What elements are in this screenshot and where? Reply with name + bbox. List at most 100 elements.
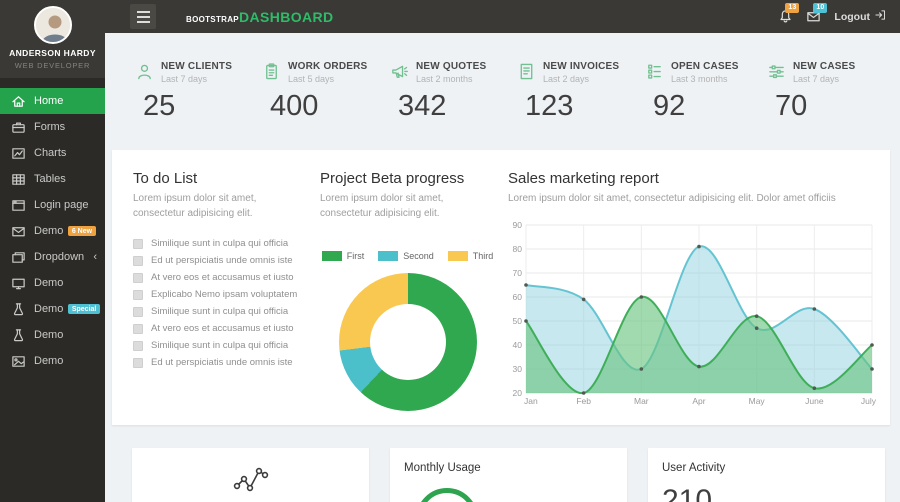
sidebar-item-charts[interactable]: Charts bbox=[0, 140, 105, 166]
avatar bbox=[34, 6, 72, 44]
flask-icon bbox=[11, 302, 26, 317]
todo-section: To do List Lorem ipsum dolor sit amet, c… bbox=[133, 170, 311, 371]
todo-item[interactable]: Similique sunt in culpa qui officia bbox=[133, 303, 311, 320]
line-chart-icon bbox=[230, 462, 272, 501]
stat-value: 342 bbox=[398, 90, 515, 123]
logout-button[interactable]: Logout bbox=[834, 9, 886, 24]
bottom-card-monthly-usage: Monthly Usage bbox=[390, 448, 627, 502]
svg-text:90: 90 bbox=[513, 220, 523, 230]
svg-text:May: May bbox=[749, 396, 766, 406]
sidebar-item-demo[interactable]: Demo 6 New bbox=[0, 218, 105, 244]
sidebar-item-label: Login page bbox=[34, 199, 88, 211]
sidebar-item-tables[interactable]: Tables bbox=[0, 166, 105, 192]
todo-item[interactable]: Ed ut perspiciatis unde omnis iste bbox=[133, 252, 311, 269]
checklist-icon bbox=[645, 62, 664, 81]
clipboard-icon bbox=[262, 62, 281, 81]
dashboard-app: ANDERSON HARDY WEB DEVELOPER HomeFormsCh… bbox=[0, 0, 900, 502]
topbar: BOOTSTRAPDASHBOARD 13 10 Logout bbox=[105, 0, 900, 33]
todo-checkbox[interactable] bbox=[133, 324, 143, 334]
sales-area-chart: 2030405060708090JanFebMarAprMayJuneJuly bbox=[508, 219, 878, 412]
donut-title: Project Beta progress bbox=[320, 170, 495, 187]
stat-value: 400 bbox=[270, 90, 387, 123]
sidebar-item-demo[interactable]: Demo bbox=[0, 348, 105, 374]
sales-title: Sales marketing report bbox=[508, 170, 878, 187]
todo-item-label: Similique sunt in culpa qui officia bbox=[151, 340, 288, 351]
logout-label: Logout bbox=[834, 11, 870, 23]
todo-item[interactable]: Explicabo Nemo ipsam voluptatem bbox=[133, 286, 311, 303]
sidebar-item-badge: 6 New bbox=[68, 226, 95, 236]
donut-hole bbox=[370, 304, 446, 380]
content: NEW CLIENTS Last 7 days 25 WORK ORDERS L… bbox=[105, 33, 900, 502]
stat-label: NEW INVOICES bbox=[543, 61, 619, 72]
todo-item[interactable]: Ed ut perspiciatis unde omnis iste bbox=[133, 354, 311, 371]
user-role: WEB DEVELOPER bbox=[0, 61, 105, 70]
todo-item-label: Similique sunt in culpa qui officia bbox=[151, 306, 288, 317]
envelope-icon bbox=[806, 11, 821, 28]
todo-checkbox[interactable] bbox=[133, 290, 143, 300]
todo-item-label: Explicabo Nemo ipsam voluptatem bbox=[151, 289, 297, 300]
sidebar-item-demo[interactable]: Demo bbox=[0, 322, 105, 348]
todo-item-label: Similique sunt in culpa qui officia bbox=[151, 238, 288, 249]
donut-section: Project Beta progress Lorem ipsum dolor … bbox=[320, 170, 495, 411]
stat-work-orders: WORK ORDERS Last 5 days 400 bbox=[262, 61, 387, 123]
todo-item[interactable]: Similique sunt in culpa qui officia bbox=[133, 235, 311, 252]
invoice-icon bbox=[517, 62, 536, 81]
stat-period: Last 3 months bbox=[671, 74, 739, 84]
sidebar-item-label: Demo bbox=[34, 329, 63, 341]
sidebar-item-demo[interactable]: Demo bbox=[0, 270, 105, 296]
todo-checkbox[interactable] bbox=[133, 256, 143, 266]
sidebar-item-home[interactable]: Home bbox=[0, 88, 105, 114]
todo-checkbox[interactable] bbox=[133, 341, 143, 351]
sidebar-item-label: Charts bbox=[34, 147, 66, 159]
notifications-bell[interactable]: 13 bbox=[778, 9, 794, 25]
sidebar-item-label: Demo bbox=[34, 303, 63, 315]
stat-label: NEW CLIENTS bbox=[161, 61, 232, 72]
legend-swatch bbox=[322, 251, 342, 261]
sales-subtitle: Lorem ipsum dolor sit amet, consectetur … bbox=[508, 192, 878, 207]
bell-badge: 13 bbox=[785, 3, 799, 13]
legend-swatch bbox=[448, 251, 468, 261]
stat-label: NEW QUOTES bbox=[416, 61, 486, 72]
todo-checkbox[interactable] bbox=[133, 273, 143, 283]
todo-item-label: At vero eos et accusamus et iusto bbox=[151, 272, 294, 283]
stat-new-quotes: NEW QUOTES Last 2 months 342 bbox=[390, 61, 515, 123]
usage-gauge bbox=[416, 488, 478, 502]
todo-title: To do List bbox=[133, 170, 311, 187]
sidebar-item-label: Demo bbox=[34, 225, 63, 237]
legend-swatch bbox=[378, 251, 398, 261]
todo-checkbox[interactable] bbox=[133, 358, 143, 368]
topbar-actions: 13 10 Logout bbox=[778, 9, 886, 25]
svg-text:Jan: Jan bbox=[524, 396, 538, 406]
donut-subtitle: Lorem ipsum dolor sit amet, consectetur … bbox=[320, 192, 485, 221]
stat-new-clients: NEW CLIENTS Last 7 days 25 bbox=[135, 61, 260, 123]
stat-period: Last 7 days bbox=[161, 74, 232, 84]
stat-label: OPEN CASES bbox=[671, 61, 739, 72]
svg-text:50: 50 bbox=[513, 316, 523, 326]
logout-icon bbox=[874, 9, 886, 24]
todo-item[interactable]: At vero eos et accusamus et iusto bbox=[133, 320, 311, 337]
sliders-icon bbox=[767, 62, 786, 81]
svg-text:60: 60 bbox=[513, 292, 523, 302]
stat-open-cases: OPEN CASES Last 3 months 92 bbox=[645, 61, 770, 123]
window-icon bbox=[11, 250, 26, 265]
menu-toggle-button[interactable] bbox=[130, 4, 156, 29]
legend-label: Second bbox=[403, 251, 434, 261]
todo-list: Similique sunt in culpa qui officia Ed ut… bbox=[133, 235, 311, 371]
sidebar-item-forms[interactable]: Forms bbox=[0, 114, 105, 140]
notifications-mail[interactable]: 10 bbox=[806, 9, 822, 25]
todo-item-label: Ed ut perspiciatis unde omnis iste bbox=[151, 357, 293, 368]
todo-item[interactable]: Similique sunt in culpa qui officia bbox=[133, 337, 311, 354]
sidebar-item-dropdown[interactable]: Dropdown‹ bbox=[0, 244, 105, 270]
sidebar-item-login-page[interactable]: Login page bbox=[0, 192, 105, 218]
todo-checkbox[interactable] bbox=[133, 239, 143, 249]
chart-icon bbox=[11, 146, 26, 161]
sidebar-item-label: Tables bbox=[34, 173, 66, 185]
todo-checkbox[interactable] bbox=[133, 307, 143, 317]
user-activity-title: User Activity bbox=[648, 448, 885, 474]
todo-item[interactable]: At vero eos et accusamus et iusto bbox=[133, 269, 311, 286]
main-panel: To do List Lorem ipsum dolor sit amet, c… bbox=[112, 150, 890, 425]
sidebar-item-demo[interactable]: DemoSpecial bbox=[0, 296, 105, 322]
brand-logo[interactable]: BOOTSTRAPDASHBOARD bbox=[186, 9, 334, 25]
donut-chart bbox=[339, 273, 477, 411]
svg-text:80: 80 bbox=[513, 244, 523, 254]
